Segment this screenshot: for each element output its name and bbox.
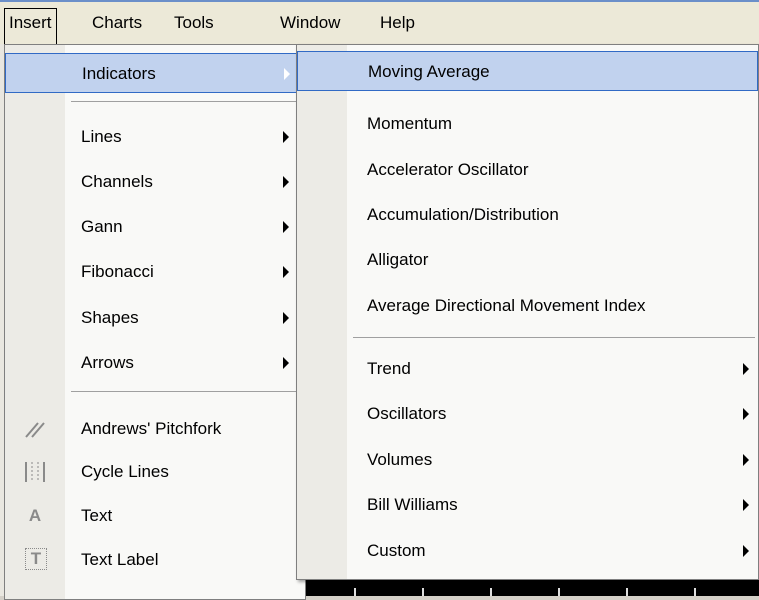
menu-item-custom[interactable]: Custom xyxy=(297,531,758,571)
menu-item-fibonacci[interactable]: Fibonacci xyxy=(5,252,305,292)
axis-tick xyxy=(626,588,628,596)
menu-item-trend[interactable]: Trend xyxy=(297,349,758,389)
menu-insert[interactable]: Insert xyxy=(4,8,57,48)
indicators-submenu: Moving Average Momentum Accelerator Osci… xyxy=(296,44,759,580)
pitchfork-icon xyxy=(23,417,47,441)
menu-item-momentum[interactable]: Momentum xyxy=(297,104,758,144)
menu-item-text[interactable]: A Text xyxy=(5,496,305,536)
text-icon: A xyxy=(28,506,42,525)
submenu-arrow-icon xyxy=(283,357,289,369)
submenu-arrow-icon xyxy=(283,266,289,278)
menu-item-label: Accumulation/Distribution xyxy=(367,205,559,224)
menu-item-label: Fibonacci xyxy=(81,262,154,281)
menu-item-gann[interactable]: Gann xyxy=(5,207,305,247)
submenu-arrow-icon xyxy=(743,408,749,420)
menu-item-label: Accelerator Oscillator xyxy=(367,160,529,179)
menu-separator xyxy=(353,337,755,338)
menu-charts[interactable]: Charts xyxy=(88,12,146,42)
menu-item-label: Trend xyxy=(367,359,411,378)
menu-item-volumes[interactable]: Volumes xyxy=(297,440,758,480)
menu-item-cycle-lines[interactable]: Cycle Lines xyxy=(5,452,305,492)
menu-tools[interactable]: Tools xyxy=(170,12,218,42)
submenu-arrow-icon xyxy=(283,221,289,233)
submenu-arrow-icon xyxy=(743,499,749,511)
menu-item-label: Text Label xyxy=(81,550,159,569)
menu-item-label: Indicators xyxy=(82,64,156,83)
menu-item-accumulation-distribution[interactable]: Accumulation/Distribution xyxy=(297,195,758,235)
menu-item-andrews-pitchfork[interactable]: Andrews' Pitchfork xyxy=(5,409,305,449)
menu-item-alligator[interactable]: Alligator xyxy=(297,240,758,280)
menu-item-label: Average Directional Movement Index xyxy=(367,296,646,315)
menu-separator xyxy=(71,391,297,392)
menu-item-indicators[interactable]: Indicators xyxy=(5,53,299,93)
menu-item-arrows[interactable]: Arrows xyxy=(5,343,305,383)
menu-bar: Insert Charts Tools Window Help xyxy=(0,0,759,48)
menu-item-label: Text xyxy=(81,506,113,525)
menu-item-label: Arrows xyxy=(81,353,134,372)
menu-item-accelerator-oscillator[interactable]: Accelerator Oscillator xyxy=(297,150,758,190)
menu-item-label: Oscillators xyxy=(367,404,447,423)
menu-item-label: Channels xyxy=(81,172,153,191)
menu-item-label: Moving Average xyxy=(368,62,490,81)
menu-item-label: Custom xyxy=(367,541,426,560)
submenu-arrow-icon xyxy=(743,363,749,375)
menu-item-label: Alligator xyxy=(367,250,429,269)
menu-separator xyxy=(71,101,297,102)
submenu-arrow-icon xyxy=(283,176,289,188)
menu-help[interactable]: Help xyxy=(376,12,419,42)
chart-time-axis xyxy=(306,580,759,596)
axis-tick xyxy=(558,588,560,596)
menu-item-label: Cycle Lines xyxy=(81,462,169,481)
menu-item-label: Gann xyxy=(81,217,123,236)
menu-item-label: Andrews' Pitchfork xyxy=(81,419,222,438)
menu-item-adx[interactable]: Average Directional Movement Index xyxy=(297,286,758,326)
menu-item-shapes[interactable]: Shapes xyxy=(5,298,305,338)
menu-item-label: Lines xyxy=(81,127,122,146)
menu-item-oscillators[interactable]: Oscillators xyxy=(297,394,758,434)
axis-tick xyxy=(422,588,424,596)
menu-item-moving-average[interactable]: Moving Average xyxy=(297,51,758,91)
menu-item-label: Momentum xyxy=(367,114,453,133)
axis-tick xyxy=(354,588,356,596)
menu-item-label: Volumes xyxy=(367,450,433,469)
menu-item-channels[interactable]: Channels xyxy=(5,162,305,202)
axis-tick xyxy=(490,588,492,596)
insert-menu: Indicators Lines Channels Gann Fibonacci… xyxy=(4,44,306,600)
cycle-lines-icon xyxy=(23,460,47,484)
menu-item-text-label[interactable]: T Text Label xyxy=(5,540,305,580)
menu-item-lines[interactable]: Lines xyxy=(5,117,305,157)
axis-tick xyxy=(694,588,696,596)
submenu-arrow-icon xyxy=(743,545,749,557)
submenu-arrow-icon xyxy=(283,312,289,324)
menu-item-bill-williams[interactable]: Bill Williams xyxy=(297,485,758,525)
submenu-arrow-icon xyxy=(743,454,749,466)
submenu-arrow-icon xyxy=(284,68,290,80)
menu-window[interactable]: Window xyxy=(276,12,344,42)
menu-item-label: Shapes xyxy=(81,308,139,327)
submenu-arrow-icon xyxy=(283,131,289,143)
menu-item-label: Bill Williams xyxy=(367,495,458,514)
text-label-icon: T xyxy=(25,548,47,570)
